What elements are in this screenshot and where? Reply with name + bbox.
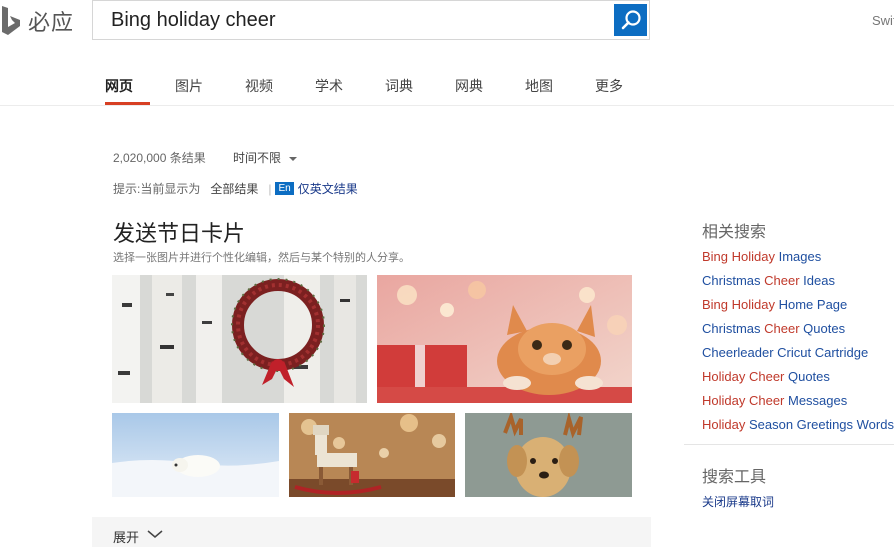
tab-videos[interactable]: 视频 bbox=[245, 76, 315, 106]
nav-tabs: 网页 图片 视频 学术 词典 网典 地图 更多 bbox=[105, 76, 665, 106]
related-search-link[interactable]: Holiday Season Greetings Words bbox=[702, 416, 894, 440]
tab-academic[interactable]: 学术 bbox=[315, 76, 385, 106]
tab-more[interactable]: 更多 bbox=[595, 76, 665, 106]
related-search-highlight: Cheer bbox=[764, 273, 800, 288]
switch-language-link[interactable]: Swit bbox=[872, 13, 894, 28]
search-box bbox=[92, 0, 650, 40]
expand-label: 展开 bbox=[113, 531, 140, 546]
tab-images[interactable]: 图片 bbox=[175, 76, 245, 106]
card-title: 发送节日卡片 bbox=[113, 222, 246, 247]
related-search-link[interactable]: Bing Holiday Home Page bbox=[702, 296, 894, 320]
wreath-birch-image[interactable] bbox=[112, 275, 367, 403]
related-search-link[interactable]: Holiday Cheer Messages bbox=[702, 392, 894, 416]
time-filter-dropdown[interactable]: 时间不限 bbox=[233, 149, 298, 166]
en-badge-icon: En bbox=[275, 182, 294, 195]
tab-wangdian[interactable]: 网典 bbox=[455, 76, 525, 106]
caret-down-icon bbox=[289, 156, 298, 161]
sidebar-divider bbox=[684, 444, 894, 445]
rocking-horse-image[interactable] bbox=[289, 413, 455, 497]
related-search-text: Home Page bbox=[775, 297, 848, 312]
disable-screen-lookup-link[interactable]: 关闭屏幕取词 bbox=[702, 493, 774, 510]
related-search-link[interactable]: Bing Holiday Images bbox=[702, 248, 894, 272]
hint-prefix: 提示:当前显示为 bbox=[113, 182, 201, 196]
time-filter-label: 时间不限 bbox=[233, 151, 282, 165]
related-search-highlight: Bing Holiday bbox=[702, 249, 775, 264]
related-search-text: Quotes bbox=[799, 321, 846, 336]
chevron-down-icon bbox=[147, 530, 163, 538]
related-search-link[interactable]: Christmas Cheer Ideas bbox=[702, 272, 894, 296]
hint-all-results: 全部结果 bbox=[210, 182, 259, 196]
related-search-highlight: Cheer bbox=[764, 321, 800, 336]
related-search-text: Cheerleader Cricut Cartridge bbox=[702, 345, 869, 360]
related-search-link[interactable]: Holiday Cheer Quotes bbox=[702, 368, 894, 392]
related-search-highlight: Holiday bbox=[702, 417, 746, 432]
result-count: 2,020,000 条结果 bbox=[113, 151, 206, 165]
search-input[interactable] bbox=[93, 1, 608, 39]
related-search-text: Images bbox=[775, 249, 822, 264]
cat-gift-image[interactable] bbox=[377, 275, 632, 403]
related-search-text: Season Greetings Words bbox=[745, 417, 894, 432]
related-search-text: Ideas bbox=[799, 273, 835, 288]
related-search-link[interactable]: Cheerleader Cricut Cartridge bbox=[702, 344, 894, 368]
polar-bear-snow-image[interactable] bbox=[112, 413, 279, 497]
language-hint: 提示:当前显示为 全部结果 | En 仅英文结果 bbox=[113, 180, 362, 197]
tab-dictionary[interactable]: 词典 bbox=[385, 76, 455, 106]
related-search-highlight: Bing Holiday bbox=[702, 297, 775, 312]
related-search-highlight: Holiday Cheer bbox=[702, 369, 785, 384]
bing-b-icon bbox=[2, 6, 20, 35]
search-tools-title: 搜索工具 bbox=[702, 467, 767, 486]
related-search-text: Christmas bbox=[702, 321, 765, 336]
logo-text: 必应 bbox=[28, 11, 75, 36]
related-search-highlight: Holiday Cheer bbox=[702, 393, 785, 408]
search-icon bbox=[621, 10, 641, 30]
header-divider bbox=[0, 105, 894, 106]
card-subtitle: 选择一张图片并进行个性化编辑，然后与某个特别的人分享。 bbox=[113, 251, 410, 264]
dog-antlers-image[interactable] bbox=[465, 413, 632, 497]
related-searches-list: Bing Holiday Images Christmas Cheer Ideas… bbox=[702, 248, 894, 440]
related-searches-title: 相关搜索 bbox=[702, 222, 767, 241]
english-only-link[interactable]: 仅英文结果 bbox=[298, 180, 358, 197]
search-button[interactable] bbox=[614, 4, 647, 36]
related-search-text: Christmas bbox=[702, 273, 765, 288]
related-search-link[interactable]: Christmas Cheer Quotes bbox=[702, 320, 894, 344]
expand-bar[interactable]: 展开 bbox=[92, 517, 651, 547]
bing-logo[interactable]: 必应 bbox=[0, 4, 90, 38]
related-search-text: Quotes bbox=[784, 369, 830, 384]
hint-separator: | bbox=[268, 181, 272, 196]
tab-maps[interactable]: 地图 bbox=[525, 76, 595, 106]
related-search-text: Messages bbox=[784, 393, 848, 408]
